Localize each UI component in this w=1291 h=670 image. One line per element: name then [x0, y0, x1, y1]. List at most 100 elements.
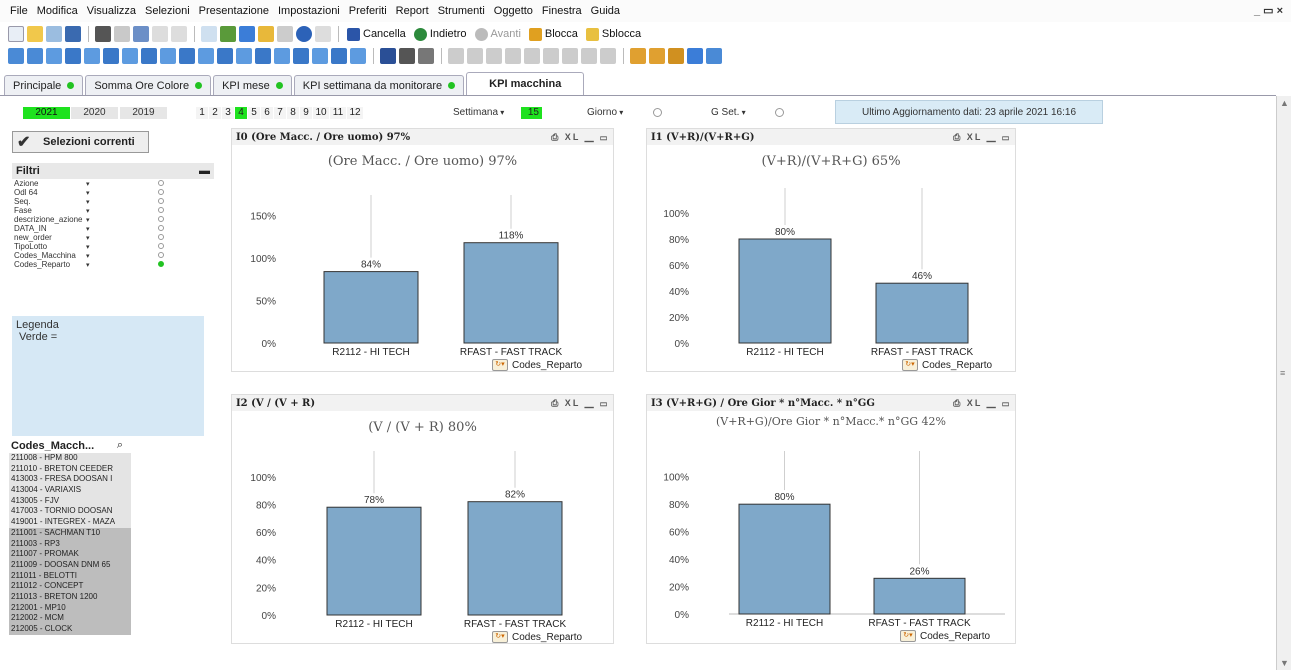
dropdown-arrow-icon[interactable]: ▾	[86, 216, 116, 224]
dropdown-arrow-icon[interactable]: ▾	[86, 252, 116, 260]
month-9-button[interactable]: 9	[300, 107, 312, 119]
align-top-icon[interactable]	[505, 48, 521, 64]
space-horizontal-icon[interactable]	[562, 48, 578, 64]
filtri-row[interactable]: new_order ▾	[12, 233, 214, 242]
list-item[interactable]: 413004 - VARIAXIS	[9, 485, 131, 496]
month-6-button[interactable]: 6	[261, 107, 273, 119]
indietro-button[interactable]: Indietro	[413, 27, 467, 41]
dropdown-arrow-icon[interactable]: ▾	[86, 261, 116, 269]
dropdown-arrow-icon[interactable]: ▾	[86, 243, 116, 251]
gset-radio[interactable]	[775, 108, 784, 117]
list-item[interactable]: 211007 - PROMAK	[9, 549, 131, 560]
menu-oggetto[interactable]: Oggetto	[494, 5, 533, 17]
avanti-button[interactable]: Avanti	[474, 27, 521, 41]
export-icon[interactable]	[133, 26, 149, 42]
cycle-dimension-icon[interactable]: ↻▾	[492, 631, 508, 643]
dropdown-arrow-icon[interactable]: ▾	[86, 234, 116, 242]
month-11-button[interactable]: 11	[330, 107, 346, 119]
list-item[interactable]: 211008 - HPM 800	[9, 453, 131, 464]
export-excel-icon[interactable]	[687, 48, 703, 64]
container-icon[interactable]	[331, 48, 347, 64]
dropdown-arrow-icon[interactable]: ▾	[86, 198, 116, 206]
menu-finestra[interactable]: Finestra	[542, 5, 582, 17]
menu-file[interactable]: File	[10, 5, 28, 17]
tab-somma-ore-colore[interactable]: Somma Ore Colore	[85, 75, 212, 95]
cycle-dimension-icon[interactable]: ↻▾	[900, 630, 916, 642]
line-object-icon[interactable]	[255, 48, 271, 64]
redo-icon[interactable]	[171, 26, 187, 42]
dimension-cycle-control[interactable]: ↻▾ Codes_Reparto	[900, 630, 990, 642]
dropdown-arrow-icon[interactable]: ▾	[86, 207, 116, 215]
report-edit-icon[interactable]	[668, 48, 684, 64]
filtri-row[interactable]: Odl 64 ▾	[12, 188, 214, 197]
reload-icon[interactable]	[46, 26, 62, 42]
filtri-row[interactable]: DATA_IN ▾	[12, 224, 214, 233]
filtri-row[interactable]: Fase ▾	[12, 206, 214, 215]
filtri-row[interactable]: Azione ▾	[12, 179, 214, 188]
inputbox-icon[interactable]	[179, 48, 195, 64]
bar[interactable]	[738, 238, 832, 344]
month-5-button[interactable]: 5	[248, 107, 260, 119]
sblocca-button[interactable]: Sblocca	[585, 27, 641, 41]
dropdown-arrow-icon[interactable]: ▾	[86, 180, 116, 188]
list-item[interactable]: 211012 - CONCEPT	[9, 581, 131, 592]
layout-icon[interactable]	[418, 48, 434, 64]
month-1-button[interactable]: 1	[196, 107, 208, 119]
add-sheet-icon[interactable]	[46, 48, 62, 64]
current-selections-icon[interactable]	[198, 48, 214, 64]
list-item[interactable]: 211009 - DOOSAN DNM 65	[9, 559, 131, 571]
edit-icon[interactable]	[277, 26, 293, 42]
list-item[interactable]: 212002 - MCM	[9, 613, 131, 624]
user-icon[interactable]	[630, 48, 646, 64]
context-help-icon[interactable]	[315, 26, 331, 42]
bar[interactable]	[326, 506, 422, 616]
list-item[interactable]: 413005 - FJV	[9, 496, 131, 507]
window-controls[interactable]: _ ▭ ×	[1254, 4, 1283, 17]
year-2020-button[interactable]: 2020	[71, 107, 118, 119]
sheet-props-icon[interactable]	[27, 48, 43, 64]
new-doc-icon[interactable]	[8, 26, 24, 42]
dimension-cycle-control[interactable]: ↻▾ Codes_Reparto	[902, 359, 992, 371]
scroll-down-icon[interactable]: ▼	[1280, 658, 1289, 668]
filtri-row[interactable]: Seq. ▾	[12, 197, 214, 206]
chart-icon[interactable]	[160, 48, 176, 64]
document-icon[interactable]	[706, 48, 722, 64]
scroll-grip-icon[interactable]: ≡	[1280, 368, 1285, 378]
dropdown-arrow-icon[interactable]: ▾	[86, 189, 116, 197]
menu-impostazioni[interactable]: Impostazioni	[278, 5, 340, 17]
search-object-icon[interactable]	[312, 48, 328, 64]
dimension-cycle-control[interactable]: ↻▾ Codes_Reparto	[492, 631, 582, 643]
scroll-up-icon[interactable]: ▲	[1280, 98, 1289, 108]
new-sheet-icon[interactable]	[8, 48, 24, 64]
menu-strumenti[interactable]: Strumenti	[438, 5, 485, 17]
undo-icon[interactable]	[152, 26, 168, 42]
filtri-row[interactable]: Codes_Macchina ▾	[12, 251, 214, 260]
align-right-icon[interactable]	[486, 48, 502, 64]
menu-guida[interactable]: Guida	[591, 5, 620, 17]
menu-selezioni[interactable]: Selezioni	[145, 5, 190, 17]
search-icon[interactable]	[201, 26, 217, 42]
open-folder-icon[interactable]	[27, 26, 43, 42]
button-object-icon[interactable]	[217, 48, 233, 64]
bar[interactable]	[875, 282, 969, 344]
align-left-icon[interactable]	[448, 48, 464, 64]
cancella-button[interactable]: Cancella	[347, 27, 406, 41]
list-item[interactable]: 212001 - MP10	[9, 602, 131, 614]
list-item[interactable]: 211010 - BRETON CEEDER	[9, 464, 131, 475]
month-3-button[interactable]: 3	[222, 107, 234, 119]
multibox-icon[interactable]	[141, 48, 157, 64]
help-icon[interactable]	[296, 26, 312, 42]
bar[interactable]	[463, 242, 559, 344]
sigma-icon[interactable]	[103, 48, 119, 64]
bar[interactable]	[467, 501, 563, 616]
search-icon[interactable]: ⌕	[117, 439, 123, 452]
tab-kpi-mese[interactable]: KPI mese	[213, 75, 292, 95]
cycle-dimension-icon[interactable]: ↻▾	[492, 359, 508, 371]
list-item[interactable]: 211003 - RP3	[9, 538, 131, 550]
slider-icon[interactable]	[274, 48, 290, 64]
bookmark-object-icon[interactable]	[293, 48, 309, 64]
month-4-button[interactable]: 4	[235, 107, 247, 119]
month-7-button[interactable]: 7	[274, 107, 286, 119]
bar[interactable]	[873, 577, 966, 615]
align-center-icon[interactable]	[467, 48, 483, 64]
